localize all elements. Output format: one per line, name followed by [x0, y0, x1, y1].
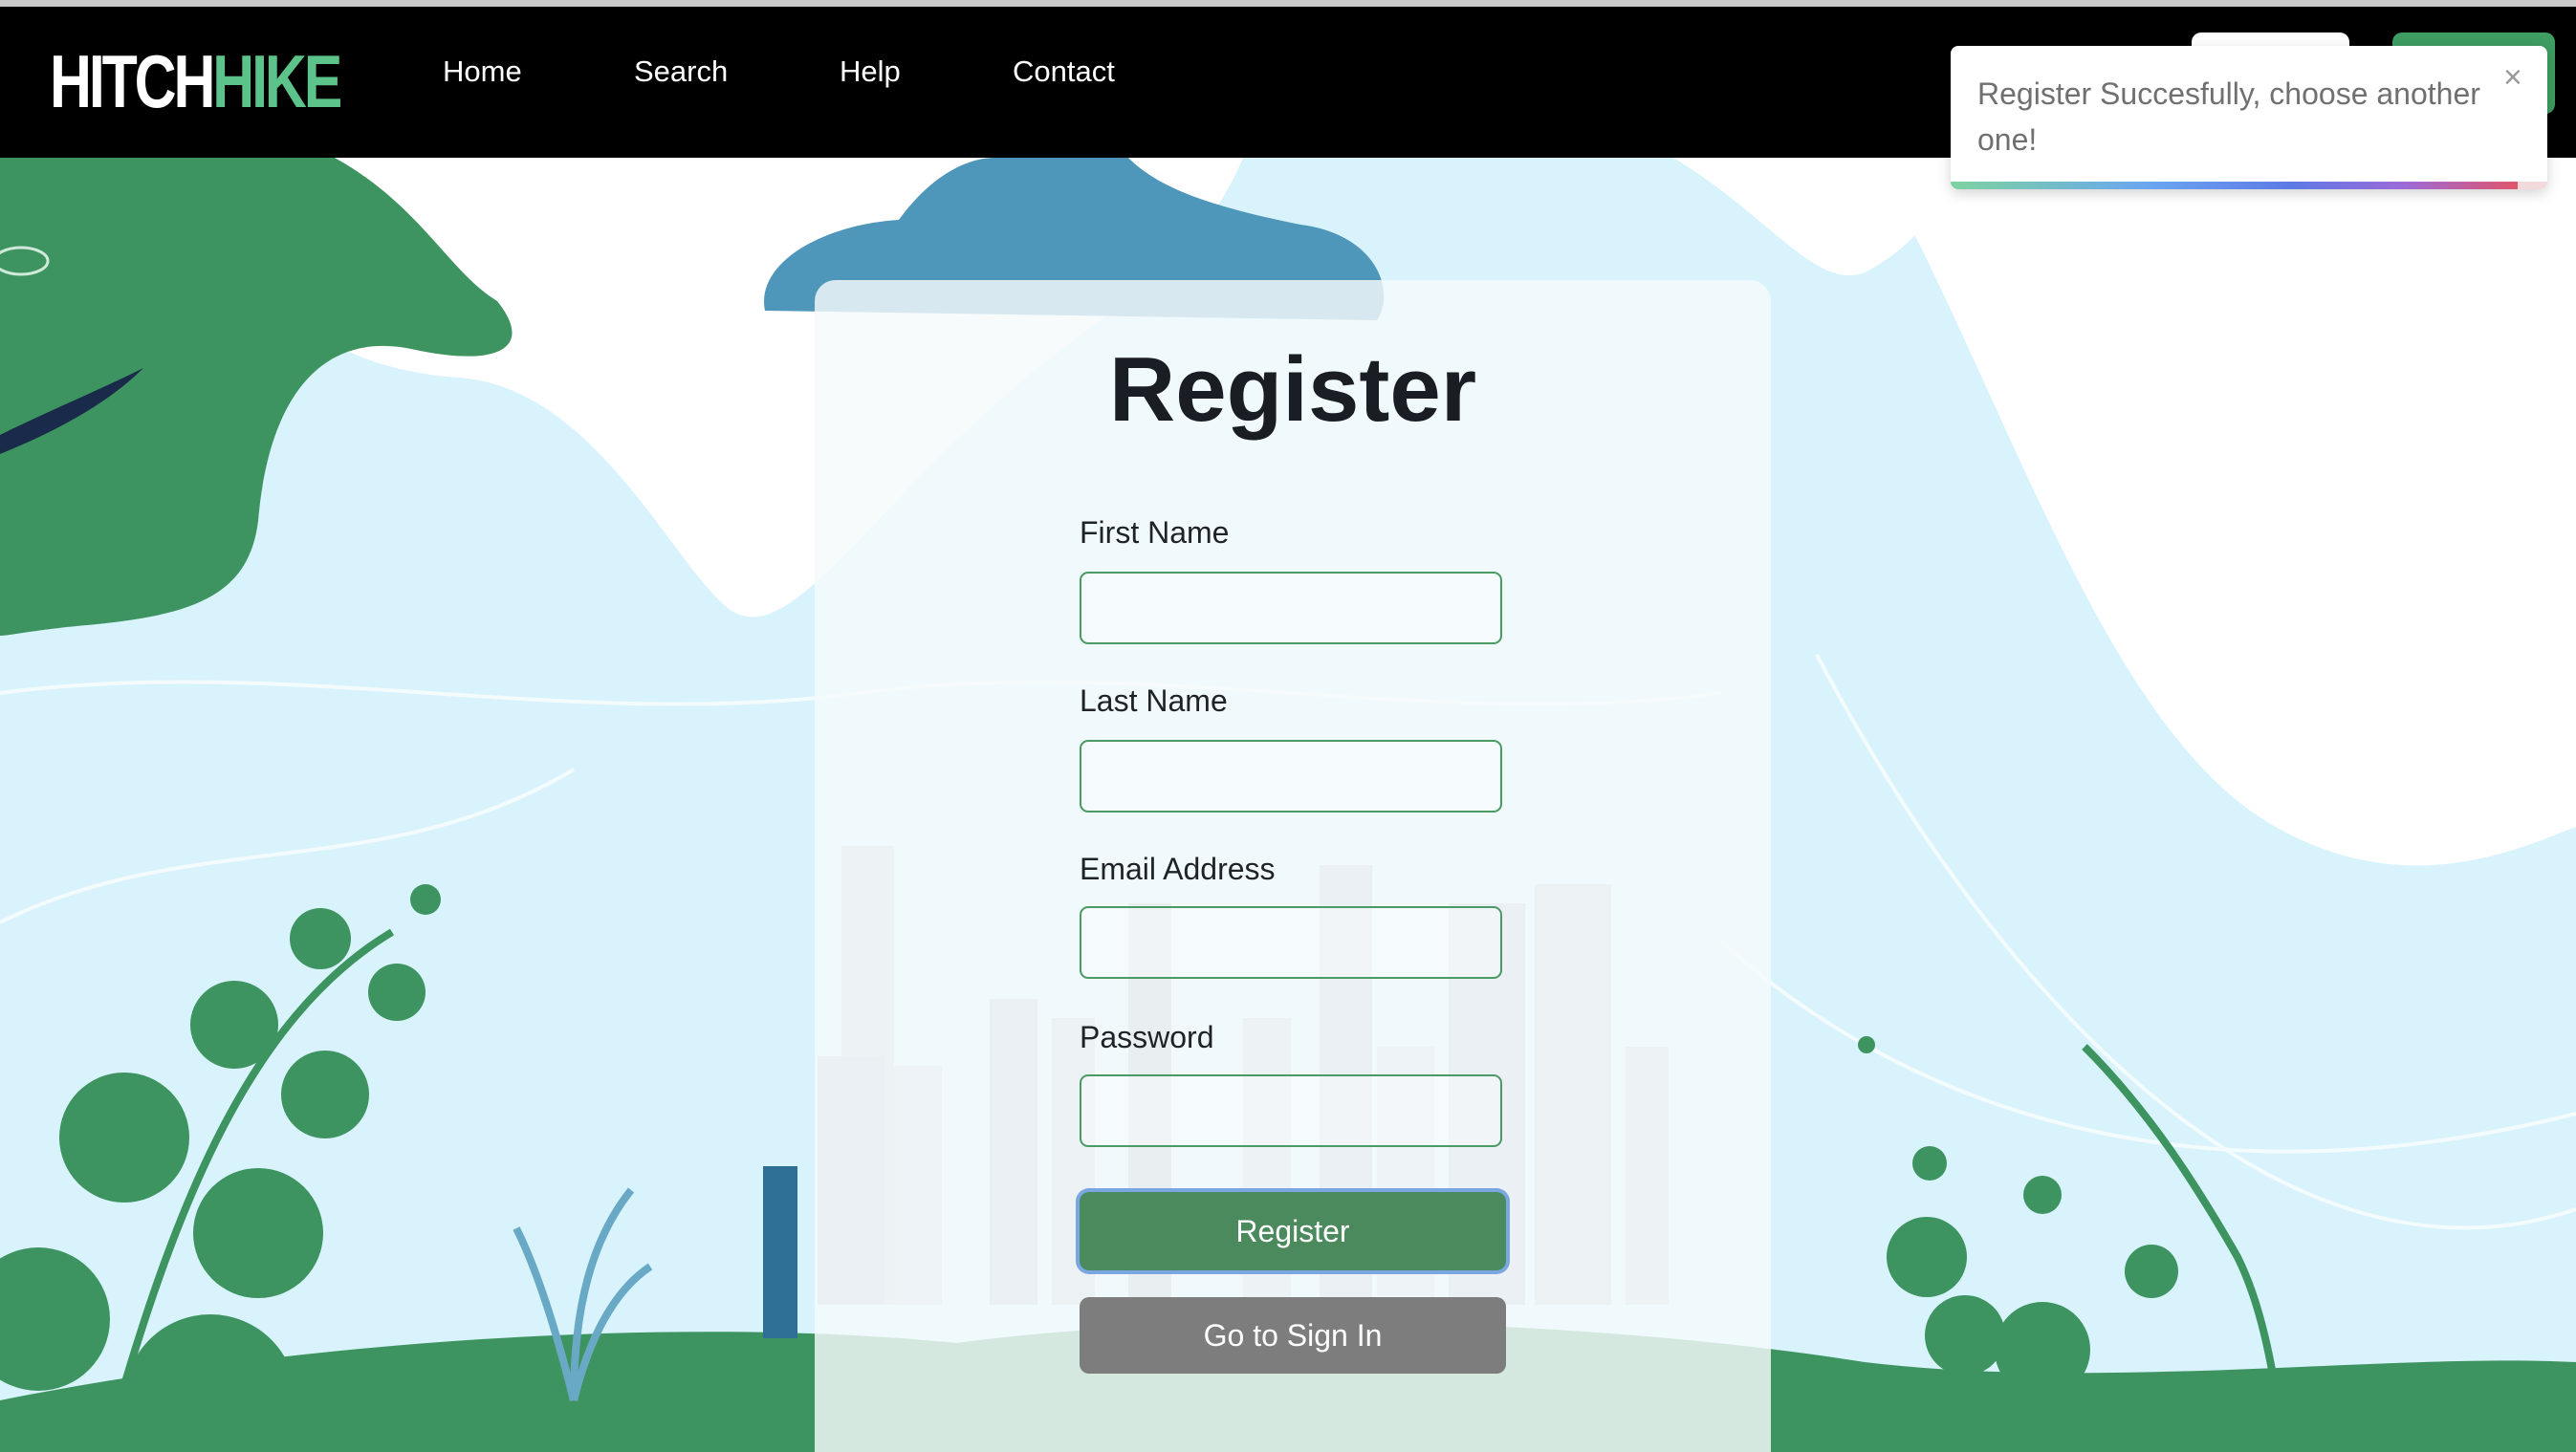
email-label: Email Address — [1080, 852, 1276, 886]
first-name-label: First Name — [1080, 515, 1230, 550]
logo-hike: HIKE — [212, 38, 342, 123]
brand-logo[interactable]: HITCH HIKE — [50, 33, 342, 129]
toast-progress-bar — [1951, 182, 2518, 189]
nav-contact[interactable]: Contact — [1013, 54, 1115, 89]
nav-help[interactable]: Help — [840, 54, 901, 89]
last-name-input[interactable] — [1080, 740, 1502, 813]
logo-hitch: HITCH — [50, 38, 215, 123]
success-toast: Register Succesfully, choose another one… — [1951, 46, 2547, 189]
toast-message: Register Succesfully, choose another one… — [1977, 76, 2480, 157]
browser-top-strip — [0, 0, 2576, 7]
go-to-sign-in-button[interactable]: Go to Sign In — [1080, 1297, 1506, 1374]
nav-search[interactable]: Search — [634, 54, 728, 89]
page-title: Register — [1108, 338, 1477, 441]
email-input[interactable] — [1080, 906, 1502, 979]
close-icon[interactable]: × — [2503, 59, 2522, 97]
password-label: Password — [1080, 1020, 1214, 1054]
last-name-label: Last Name — [1080, 683, 1228, 718]
nav-home[interactable]: Home — [443, 54, 522, 89]
first-name-input[interactable] — [1080, 572, 1502, 644]
password-input[interactable] — [1080, 1074, 1502, 1147]
register-card: Register First Name Last Name Email Addr… — [815, 280, 1771, 1452]
register-button[interactable]: Register — [1080, 1192, 1506, 1270]
